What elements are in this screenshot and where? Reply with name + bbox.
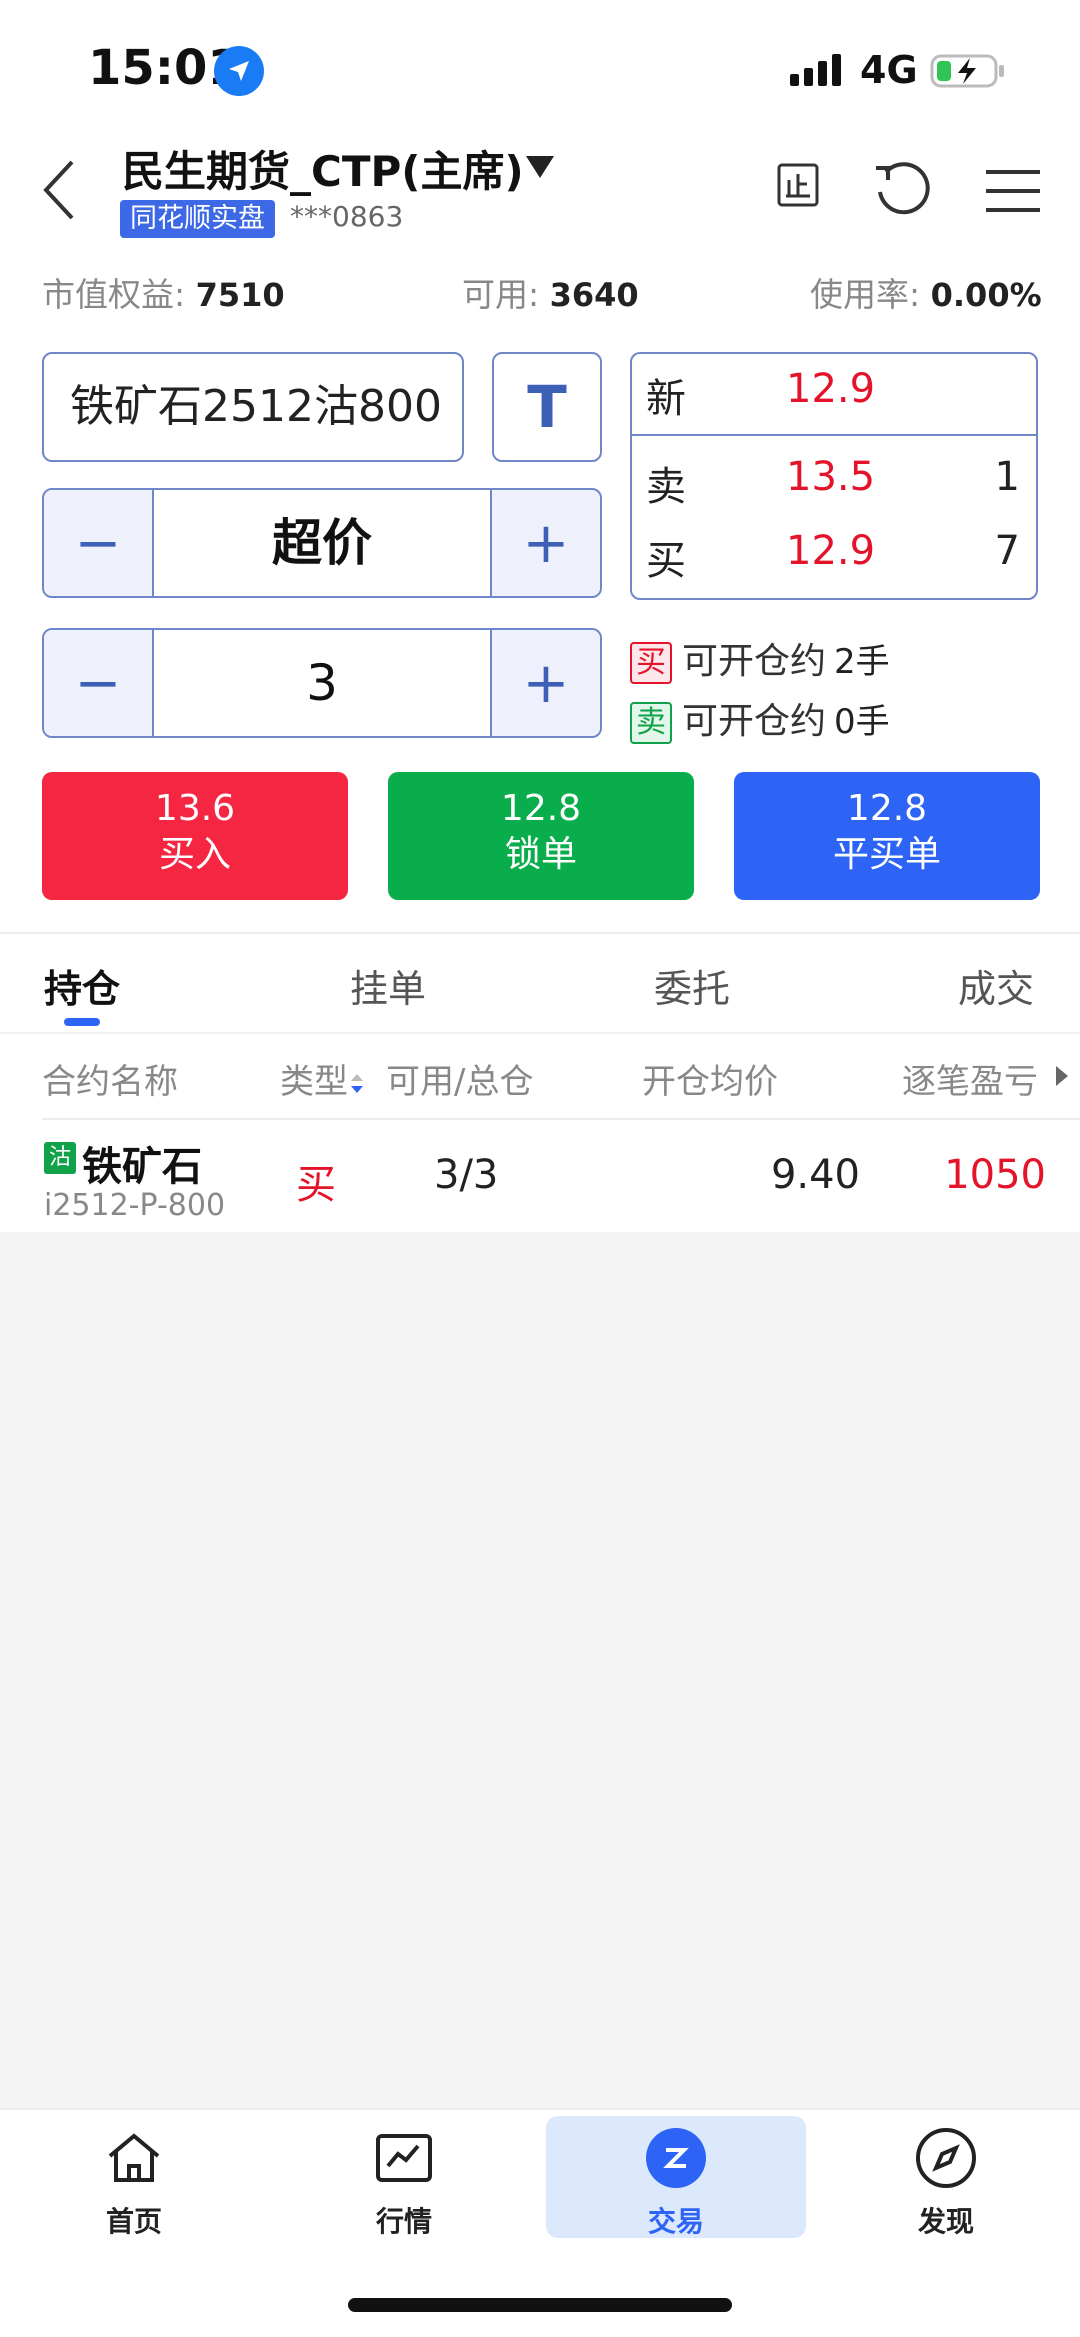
nav-home[interactable]: 首页 (4, 2116, 264, 2238)
ask-row[interactable]: 卖 13.5 1 (632, 454, 1036, 534)
position-code: i2512-P-800 (44, 1188, 226, 1223)
price-type-value[interactable]: 超价 (154, 490, 490, 596)
sort-icon (351, 1073, 363, 1093)
compass-icon (916, 2128, 976, 2188)
bid-volume: 7 (994, 528, 1020, 574)
position-pnl: 1050 (944, 1152, 1046, 1198)
quantity-minus-button[interactable]: − (44, 630, 154, 736)
available-value: 3640 (549, 276, 639, 314)
col-type[interactable]: 类型 (280, 1054, 366, 1103)
battery-icon (930, 54, 1004, 88)
account-title[interactable]: 民生期货_CTP(主席) (122, 138, 524, 199)
menu-icon[interactable] (986, 168, 1040, 214)
tab-orders[interactable]: 委托 (654, 958, 730, 1013)
lock-button[interactable]: 12.8 锁单 (388, 772, 694, 900)
scroll-right-icon[interactable] (1054, 1064, 1070, 1088)
network-type: 4G (860, 48, 918, 92)
t-button[interactable]: T (492, 352, 602, 462)
last-price: 12.9 (786, 366, 876, 412)
tabs-divider (0, 1032, 1080, 1034)
ask-price: 13.5 (786, 454, 876, 500)
quote-panel: 新 12.9 卖 13.5 1 买 12.9 7 (630, 352, 1038, 600)
price-stepper: − 超价 + (42, 488, 602, 598)
tab-positions[interactable]: 持仓 (44, 958, 120, 1013)
quantity-value[interactable]: 3 (154, 630, 490, 736)
buy-open-estimate: 买可开仓约 2手 (630, 632, 890, 684)
position-available-total: 3/3 (434, 1152, 499, 1198)
buy-tag: 买 (630, 642, 672, 684)
position-avg-price: 9.40 (770, 1152, 860, 1198)
market-equity: 市值权益: 7510 (42, 275, 285, 314)
bid-row[interactable]: 买 12.9 7 (632, 528, 1036, 608)
price-plus-button[interactable]: + (490, 490, 600, 596)
refresh-icon[interactable] (872, 158, 932, 218)
col-trade-pnl: 逐笔盈亏 (902, 1062, 1038, 1102)
back-button[interactable] (30, 152, 90, 228)
chart-icon (376, 2134, 432, 2182)
sell-open-estimate: 卖可开仓约 0手 (630, 692, 890, 744)
account-type-badge: 同花顺实盘 (120, 200, 275, 238)
bid-price: 12.9 (786, 528, 876, 574)
position-type: 买 (296, 1162, 336, 1208)
ask-volume: 1 (994, 454, 1020, 500)
sell-tag: 卖 (630, 702, 672, 744)
active-tab-indicator (64, 1018, 100, 1026)
available-funds: 可用: 3640 (462, 275, 639, 314)
quote-divider (632, 434, 1036, 436)
col-open-avg-price: 开仓均价 (642, 1062, 778, 1102)
dropdown-arrow-icon[interactable] (522, 152, 558, 182)
put-option-tag: 沽 (44, 1142, 76, 1174)
col-contract-name: 合约名称 (42, 1062, 178, 1102)
empty-content-area (0, 1232, 1080, 2108)
contract-input[interactable]: 铁矿石2512沽800 (42, 352, 464, 462)
tab-trades[interactable]: 成交 (958, 958, 1034, 1013)
price-minus-button[interactable]: − (44, 490, 154, 596)
col-available-total: 可用/总仓 (386, 1062, 534, 1102)
quantity-plus-button[interactable]: + (490, 630, 600, 736)
quantity-stepper: − 3 + (42, 628, 602, 738)
nav-market[interactable]: 行情 (274, 2116, 534, 2238)
close-buy-button[interactable]: 12.8 平买单 (734, 772, 1040, 900)
position-name: 铁矿石 (82, 1144, 202, 1190)
trade-icon (646, 2128, 706, 2188)
signal-icon (790, 54, 841, 86)
home-indicator (348, 2298, 732, 2312)
market-equity-value: 7510 (195, 276, 285, 314)
header-divider (42, 1118, 1080, 1120)
nav-discover[interactable]: 发现 (816, 2116, 1076, 2238)
home-icon (108, 2133, 160, 2182)
section-divider (0, 932, 1080, 934)
nav-trade[interactable]: 交易 (546, 2116, 806, 2238)
account-number: ***0863 (290, 200, 404, 233)
table-row[interactable]: 沽 铁矿石 i2512-P-800 买 3/3 9.40 1050 (0, 1122, 1080, 1232)
usage-value: 0.00% (930, 276, 1042, 314)
buy-open-count: 2手 (834, 642, 890, 682)
buy-button[interactable]: 13.6 买入 (42, 772, 348, 900)
tab-pending-orders[interactable]: 挂单 (350, 958, 426, 1013)
stop-order-icon[interactable] (776, 162, 820, 208)
location-icon (214, 46, 264, 96)
usage-rate: 使用率: 0.00% (810, 275, 1042, 314)
status-bar: 15:01 4G (0, 0, 1080, 130)
equity-summary: 市值权益: 7510 可用: 3640 使用率: 0.00% (42, 268, 1042, 314)
sell-open-count: 0手 (834, 702, 890, 742)
